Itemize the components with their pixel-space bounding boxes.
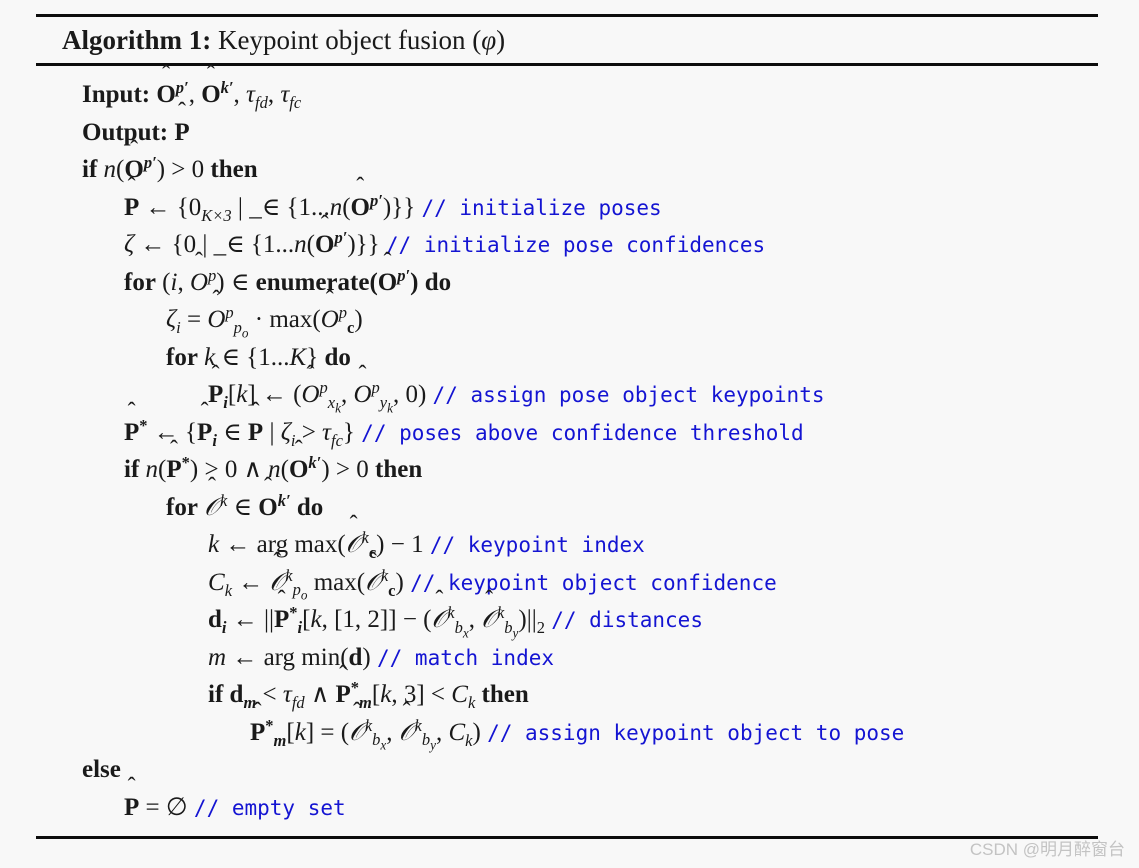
line-assign-pose-keypoints: ̂Pi[k] ← (̂Opxk, ̂Opyk, 0) // assign pos… [208,377,825,416]
line-for-enumerate: for (i, ̂Op) ∈ enumerate(̂Op′) do [124,265,452,296]
keyword-for: for [124,268,156,296]
algorithm-title: Algorithm 1: Keypoint object fusion (φ) [36,17,1098,63]
keyword-then: then [210,156,258,183]
algorithm-title-label: Algorithm 1: [62,25,212,55]
keyword-do-k: do [324,343,351,371]
line-if-match-valid: if dm < τfd ∧ ̂P*m[k, 3] < Ck then [208,677,529,712]
keyword-then-2: then [375,456,423,483]
phi-symbol: φ [481,25,497,55]
comment-assign-keypoint-object-to-pose: // assign keypoint object to pose [487,720,905,745]
line-empty-set: ̂P = ∅ // empty set [124,793,346,821]
line-distances: di ← ||̂P*i[k, [1, 2]] − (̂𝒪kbx, ̂𝒪kby)|… [208,602,703,641]
comment-empty-set: // empty set [193,795,346,820]
line-match-index: m ← arg min(d) // match index [208,643,555,671]
line-input: Input: ̂Op′, ̂Ok′, τfd, τfc [82,77,302,112]
watermark: CSDN @明月醉窗台 [969,840,1125,859]
line-zeta-assign: ζi = ̂Oppo · max(̂Opc) [166,302,363,341]
keyword-input: Input: [82,81,151,108]
comment-distances: // distances [551,608,703,632]
keyword-if-3: if [208,681,224,708]
line-keypoint-object-confidence: Ck ← ̂𝒪kpo max(̂𝒪kc) // keypoint object … [208,565,777,603]
algorithm-block: Algorithm 1: Keypoint object fusion (φ) … [36,14,1098,839]
line-for-keypoints: for k ∈ {1...K} do [166,343,351,371]
keyword-do-ok: do [296,493,324,521]
keyword-if-2: if [124,456,140,483]
keyword-for-k: for [166,343,198,371]
algorithm-title-caption: Keypoint object fusion (φ) [217,25,506,55]
line-else: else [36,751,1098,789]
comment-match-index: // match index [377,645,555,670]
line-if-poses: if n(̂Op′) > 0 then [82,152,258,183]
comment-poses-above-confidence-threshold: // poses above confidence threshold [361,420,804,445]
comment-initialize-pose-confidences: // initialize pose confidences [385,233,766,257]
keyword-if: if [82,156,98,183]
line-output: Output: ̂P [82,118,190,146]
comment-keypoint-index: // keypoint index [429,533,645,557]
comment-keypoint-object-confidence: // keypoint object confidence [410,570,777,595]
algorithm-body: Input: ̂Op′, ̂Ok′, τfd, τfc Output: ̂P i… [36,66,1098,836]
algorithm-bottom-rule [36,836,1098,839]
keyword-for-ok: for [166,493,198,521]
comment-initialize-poses: // initialize poses [421,195,662,220]
line-filter-poses: ̂P* ← {̂Pi ∈ ̂P | ζi > τfc} // poses abo… [124,415,804,450]
line-for-keypoint-objects: for ̂𝒪k ∈ ̂Ok′ do [166,490,324,521]
line-assign-keypoint-object: ̂P*m[k] = (̂𝒪kbx, ̂𝒪kby, Ck) // assign k… [250,715,905,753]
keyword-arg-2: arg [263,643,296,671]
algorithm-caption-text: Keypoint object fusion [217,25,466,55]
comment-assign-pose-object-keypoints: // assign pose object keypoints [432,383,825,407]
keyword-then-3: then [481,681,529,708]
line-if-both-nonempty: if n(̂P*) > 0 ∧ n(̂Ok′) > 0 then [124,452,423,483]
keyword-do: do [424,268,452,296]
keyword-else: else [82,756,121,783]
line-init-poses: ̂P ← {0K×3 | _∈ {1...n(̂Op′)}} // initia… [124,190,662,225]
keyword-enumerate: enumerate [255,268,370,296]
line-keypoint-index: k ← arg max(̂𝒪kc) − 1 // keypoint index [208,527,645,562]
